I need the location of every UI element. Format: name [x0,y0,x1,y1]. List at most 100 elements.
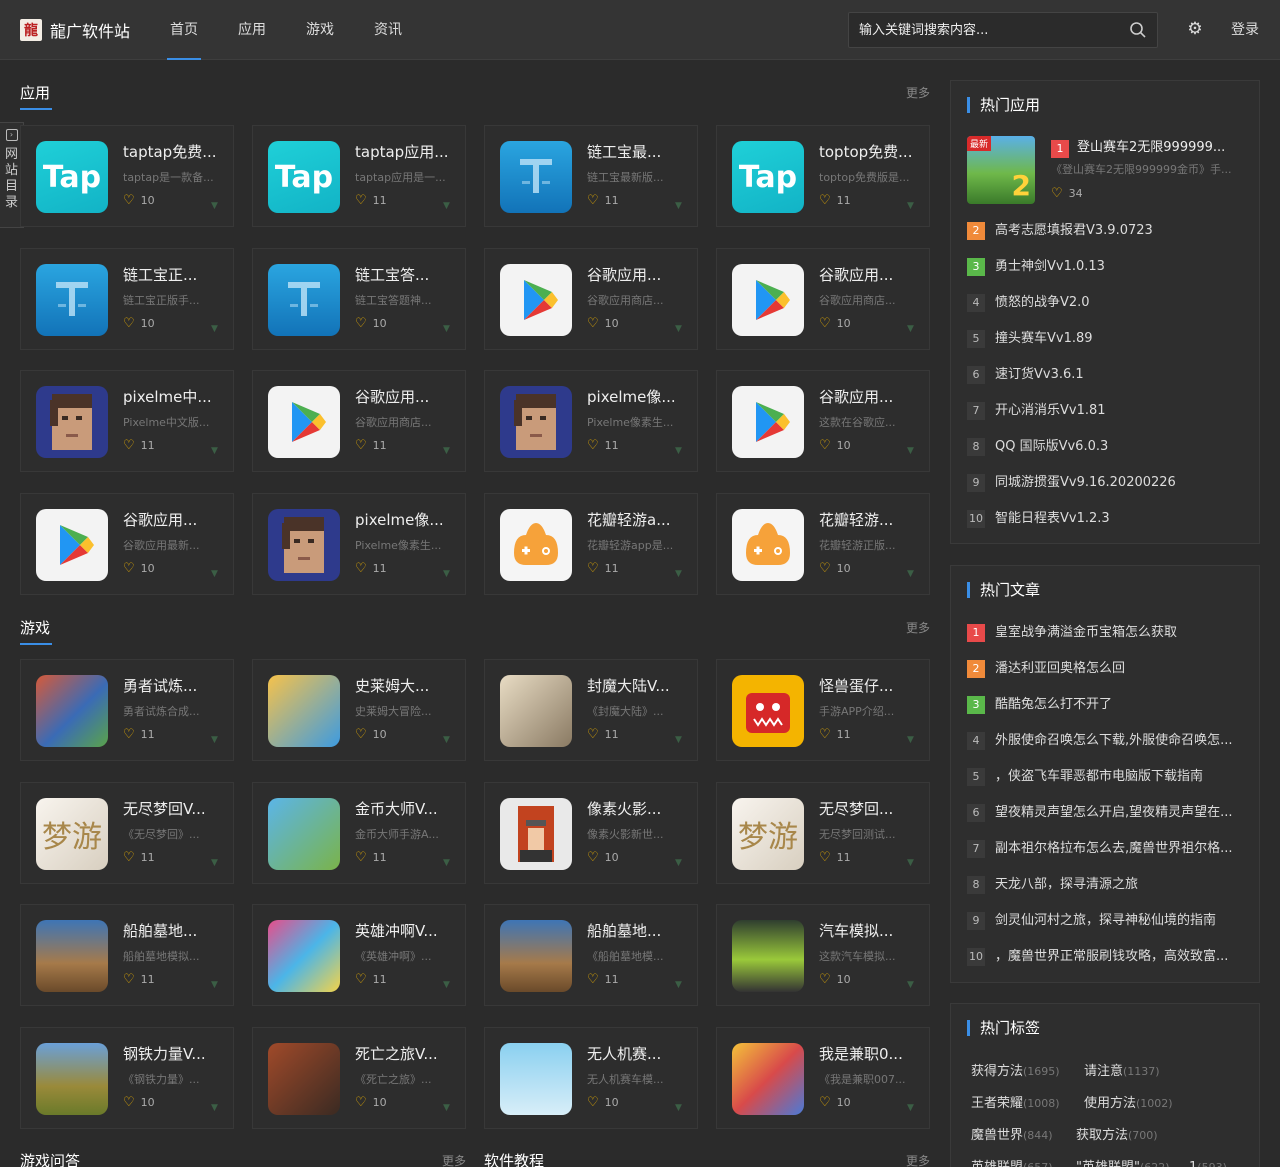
hot-article-title[interactable]: 望夜精灵声望怎么开启,望夜精灵声望在... [995,803,1233,823]
app-card[interactable]: Tap taptap应用... taptap应用是一... ♡ 11 ▼ [252,125,466,227]
login-link[interactable]: 登录 [1231,20,1259,40]
gear-icon[interactable]: ⚙ [1186,20,1204,38]
download-icon[interactable]: ▼ [907,324,915,333]
hot-app-title[interactable]: 撞头赛车Vv1.89 [995,329,1093,349]
nav-home[interactable]: 首页 [150,0,218,60]
app-card[interactable]: pixelme像... Pixelme像素生... ♡ 11 ▼ [484,370,698,472]
app-title[interactable]: 链工宝答... [355,265,455,285]
download-icon[interactable]: ▼ [211,736,219,745]
hot-app-title[interactable]: QQ 国际版Vv6.0.3 [995,437,1108,457]
app-card[interactable]: 花瓣轻游... 花瓣轻游正版... ♡ 10 ▼ [716,492,930,595]
hot-app-item[interactable]: 2 高考志愿填报君V3.9.0723 [967,221,1252,241]
hot-app-title[interactable]: 高考志愿填报君V3.9.0723 [995,221,1153,241]
software-tutorial-more-link[interactable]: 更多 [906,1152,930,1167]
hot-article-title[interactable]: 天龙八部，探寻清源之旅 [995,875,1138,895]
download-icon[interactable]: ▼ [211,324,219,333]
game-title[interactable]: 金币大师V... [355,799,455,819]
hot-app-title[interactable]: 开心消消乐Vv1.81 [995,401,1106,421]
game-title[interactable]: 勇者试炼... [123,676,223,696]
hot-app-item[interactable]: 10 智能日程表Vv1.2.3 [967,509,1252,529]
hot-article-title[interactable]: 外服使命召唤怎么下载,外服使命召唤怎... [995,731,1233,751]
download-icon[interactable]: ▼ [211,447,219,456]
game-card[interactable]: 汽车模拟... 这款汽车模拟... ♡ 10 ▼ [716,904,930,1006]
search-icon[interactable] [1129,21,1147,39]
app-card[interactable]: Tap toptop免费... toptop免费版是... ♡ 11 ▼ [716,125,930,227]
game-card[interactable]: 勇者试炼... 勇者试炼合成... ♡ 11 ▼ [20,659,234,761]
games-more-link[interactable]: 更多 [906,619,930,636]
tag-link[interactable]: 魔兽世界(844) [971,1126,1053,1146]
tag-link[interactable]: 使用方法(1002) [1084,1094,1173,1114]
download-icon[interactable]: ▼ [211,202,219,211]
download-icon[interactable]: ▼ [211,858,219,867]
search-input[interactable] [849,13,1119,47]
hot-app-title[interactable]: 勇士神剑Vv1.0.13 [995,257,1105,277]
hot-article-item[interactable]: 2 潘达利亚回奥格怎么回 [967,659,1252,679]
game-title[interactable]: 无尽梦回V... [123,799,223,819]
nav-apps[interactable]: 应用 [218,0,286,60]
hot-article-item[interactable]: 5 ，侠盗飞车罪恶都市电脑版下载指南 [967,767,1252,787]
download-icon[interactable]: ▼ [211,1103,219,1112]
featured-title[interactable]: 登山赛车2无限999999... [1077,138,1257,158]
tag-link[interactable]: 英雄联盟(657) [971,1158,1053,1167]
game-title[interactable]: 怪兽蛋仔... [819,676,919,696]
hot-article-item[interactable]: 9 剑灵仙河村之旅，探寻神秘仙境的指南 [967,911,1252,931]
app-card[interactable]: 链工宝最... 链工宝最新版... ♡ 11 ▼ [484,125,698,227]
hot-app-item[interactable]: 5 撞头赛车Vv1.89 [967,329,1252,349]
hot-app-item[interactable]: 4 愤怒的战争V2.0 [967,293,1252,313]
game-card[interactable]: 封魔大陆V... 《封魔大陆》... ♡ 11 ▼ [484,659,698,761]
hot-article-title[interactable]: 副本祖尔格拉布怎么去,魔兽世界祖尔格... [995,839,1233,859]
game-card[interactable]: 无人机赛... 无人机赛车模... ♡ 10 ▼ [484,1026,698,1129]
app-title[interactable]: pixelme中... [123,387,223,407]
app-title[interactable]: 谷歌应用... [819,265,919,285]
app-title[interactable]: 花瓣轻游a... [587,510,687,530]
hot-app-item[interactable]: 9 同城游掼蛋Vv9.16.20200226 [967,473,1252,493]
tag-link[interactable]: 请注意(1137) [1084,1062,1160,1082]
download-icon[interactable]: ▼ [907,736,915,745]
hot-app-item[interactable]: 3 勇士神剑Vv1.0.13 [967,257,1252,277]
download-icon[interactable]: ▼ [675,1103,683,1112]
download-icon[interactable]: ▼ [443,324,451,333]
hot-article-title[interactable]: ，侠盗飞车罪恶都市电脑版下载指南 [995,767,1203,787]
app-card[interactable]: 谷歌应用... 谷歌应用商店... ♡ 11 ▼ [252,370,466,472]
game-card[interactable]: 梦游 无尽梦回V... 《无尽梦回》... ♡ 11 ▼ [20,781,234,884]
site-logo[interactable]: 龍 龍广软件站 [20,19,130,41]
hot-article-item[interactable]: 8 天龙八部，探寻清源之旅 [967,875,1252,895]
download-icon[interactable]: ▼ [443,447,451,456]
hot-article-title[interactable]: 潘达利亚回奥格怎么回 [995,659,1125,679]
game-title[interactable]: 钢铁力量V... [123,1044,223,1064]
download-icon[interactable]: ▼ [675,569,683,578]
download-icon[interactable]: ▼ [675,736,683,745]
tag-link[interactable]: 王者荣耀(1008) [971,1094,1060,1114]
download-icon[interactable]: ▼ [907,1103,915,1112]
app-card[interactable]: 花瓣轻游a... 花瓣轻游app是... ♡ 11 ▼ [484,492,698,595]
download-icon[interactable]: ▼ [675,981,683,990]
app-card[interactable]: 谷歌应用... 谷歌应用最新... ♡ 10 ▼ [20,492,234,595]
app-card[interactable]: 谷歌应用... 这款在谷歌应... ♡ 10 ▼ [716,370,930,472]
hot-article-title[interactable]: 皇室战争满溢金币宝箱怎么获取 [995,623,1177,643]
hot-app-item[interactable]: 8 QQ 国际版Vv6.0.3 [967,437,1252,457]
game-card[interactable]: 怪兽蛋仔... 手游APP介绍... ♡ 11 ▼ [716,659,930,761]
game-card[interactable]: 我是兼职0... 《我是兼职007... ♡ 10 ▼ [716,1026,930,1129]
download-icon[interactable]: ▼ [907,447,915,456]
download-icon[interactable]: ▼ [907,569,915,578]
download-icon[interactable]: ▼ [907,858,915,867]
download-icon[interactable]: ▼ [907,981,915,990]
game-title[interactable]: 船舶墓地... [123,921,223,941]
tag-link[interactable]: 获取方法(700) [1076,1126,1158,1146]
game-card[interactable]: 史莱姆大... 史莱姆大冒险... ♡ 10 ▼ [252,659,466,761]
game-title[interactable]: 船舶墓地... [587,921,687,941]
app-title[interactable]: 链工宝正... [123,265,223,285]
download-icon[interactable]: ▼ [675,324,683,333]
nav-games[interactable]: 游戏 [286,0,354,60]
app-title[interactable]: toptop免费... [819,142,919,162]
game-card[interactable]: 船舶墓地... 船舶墓地模拟... ♡ 11 ▼ [20,904,234,1006]
game-title[interactable]: 死亡之旅V... [355,1044,455,1064]
hot-article-item[interactable]: 1 皇室战争满溢金币宝箱怎么获取 [967,623,1252,643]
game-card[interactable]: 死亡之旅V... 《死亡之旅》... ♡ 10 ▼ [252,1026,466,1129]
app-title[interactable]: taptap免费... [123,142,223,162]
game-title[interactable]: 汽车模拟... [819,921,919,941]
app-title[interactable]: 谷歌应用... [355,387,455,407]
app-card[interactable]: 链工宝正... 链工宝正版手... ♡ 10 ▼ [20,247,234,350]
featured-hot-app[interactable]: 最新 2 1 登山赛车2无限999999... 《登山赛车2无限999999金币… [967,136,1252,206]
game-card[interactable]: 英雄冲啊V... 《英雄冲啊》... ♡ 11 ▼ [252,904,466,1006]
